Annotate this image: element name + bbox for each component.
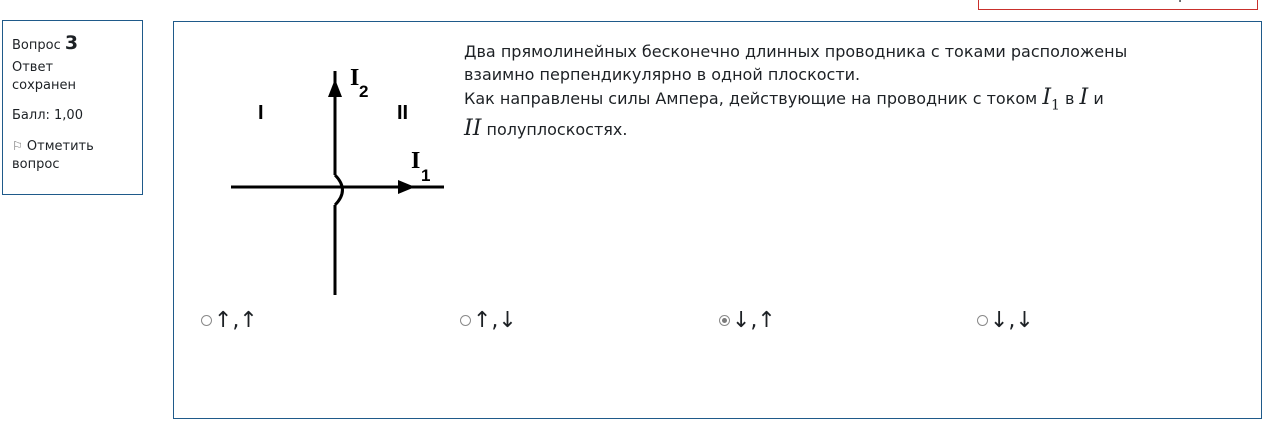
conductors-diagram: I II I 2 I 1 <box>231 65 444 295</box>
conductor-2-crossing-arc <box>333 173 344 207</box>
answer-option-4[interactable]: ↓,↓ <box>977 308 1034 333</box>
question-grade: Балл: 1,00 <box>12 108 83 123</box>
flag-question-label: Отметить вопрос <box>12 139 94 172</box>
question-info-panel: Вопрос 3 Ответ сохранен Балл: 1,00 ⚐ Отм… <box>2 20 143 195</box>
answer-option-2-label: ↑,↓ <box>473 308 517 333</box>
current-1-sub: 1 <box>421 166 430 185</box>
answer-option-3[interactable]: ↓,↑ <box>719 308 776 333</box>
question-content: I II I 2 I 1 Два прямолинейных бесконечн… <box>173 21 1262 419</box>
region-2-label: II <box>397 102 408 124</box>
conductor-1-arrow-icon <box>398 180 415 194</box>
answer-option-1-label: ↑,↑ <box>214 308 258 333</box>
question-line-1: Два прямолинейных бесконечно длинных про… <box>464 42 1128 61</box>
math-region-II: II <box>464 116 482 142</box>
question-state: Ответ сохранен <box>12 60 77 93</box>
math-region-I: I <box>1079 85 1089 110</box>
flag-question-link[interactable]: ⚐ Отметить вопрос <box>12 137 133 174</box>
radio-button-option-2[interactable] <box>460 315 471 326</box>
word-i: и <box>1088 89 1104 108</box>
question-line-3: Как направлены силы Ампера, действующие … <box>464 86 1254 117</box>
answer-option-1[interactable]: ↑,↑ <box>201 308 258 333</box>
question-line-2: взаимно перпендикулярно в одной плоскост… <box>464 65 861 84</box>
question-text: Два прямолинейных бесконечно длинных про… <box>464 40 1254 141</box>
region-1-label: I <box>258 102 264 124</box>
question-line-4: II полуплоскостях. <box>464 117 1254 141</box>
question-number: 3 <box>64 32 79 54</box>
question-number-row: Вопрос 3 <box>12 34 133 55</box>
top-navigation-box[interactable]: р <box>978 0 1258 10</box>
math-current-letter: I <box>1042 85 1052 110</box>
question-line-3-prefix: Как направлены силы Ампера, действующие … <box>464 89 1043 108</box>
current-2-label: I <box>350 65 359 91</box>
top-navigation-text: р <box>1178 0 1187 3</box>
radio-button-option-4[interactable] <box>977 315 988 326</box>
conductor-2-arrow-icon <box>328 79 342 97</box>
current-1-label: I <box>411 148 420 174</box>
radio-button-option-3[interactable] <box>719 315 730 326</box>
answer-option-3-label: ↓,↑ <box>732 308 776 333</box>
math-current-sub: 1 <box>1051 97 1060 114</box>
flag-outline-icon: ⚐ <box>12 139 23 153</box>
current-2-sub: 2 <box>359 82 368 101</box>
math-current-I: I1 <box>1042 85 1060 114</box>
answer-option-2[interactable]: ↑,↓ <box>460 308 517 333</box>
radio-button-option-1[interactable] <box>201 315 212 326</box>
answer-option-4-label: ↓,↓ <box>990 308 1034 333</box>
word-v: в <box>1059 89 1080 108</box>
question-line-4-suffix: полуплоскостях. <box>481 120 628 140</box>
question-label: Вопрос <box>12 38 61 53</box>
